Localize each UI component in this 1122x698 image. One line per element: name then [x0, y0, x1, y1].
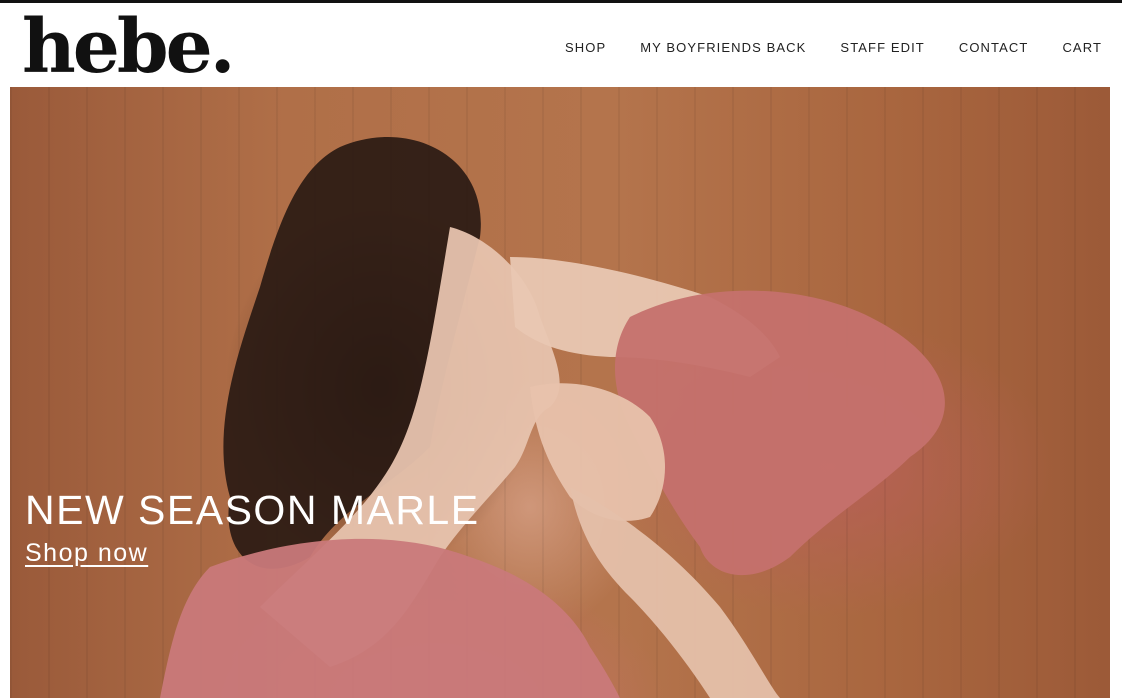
nav-item-contact[interactable]: CONTACT [959, 36, 1029, 55]
hero-photo-model [160, 137, 945, 698]
shop-now-link[interactable]: Shop now [25, 539, 148, 568]
nav-item-cart[interactable]: CART [1062, 36, 1102, 55]
brand-logo[interactable]: hebe. [22, 5, 235, 89]
site-header: hebe. SHOP MY BOYFRIENDS BACK STAFF EDIT… [0, 3, 1122, 89]
nav-item-shop[interactable]: SHOP [565, 36, 606, 55]
hero-title: NEW SEASON MARLE [25, 487, 480, 533]
hero-banner[interactable]: NEW SEASON MARLE Shop now [10, 87, 1110, 698]
nav-item-staff-edit[interactable]: STAFF EDIT [840, 36, 924, 55]
main-nav: SHOP MY BOYFRIENDS BACK STAFF EDIT CONTA… [565, 3, 1102, 87]
nav-item-my-boyfriends-back[interactable]: MY BOYFRIENDS BACK [640, 36, 806, 55]
hero-caption: NEW SEASON MARLE Shop now [25, 485, 480, 568]
